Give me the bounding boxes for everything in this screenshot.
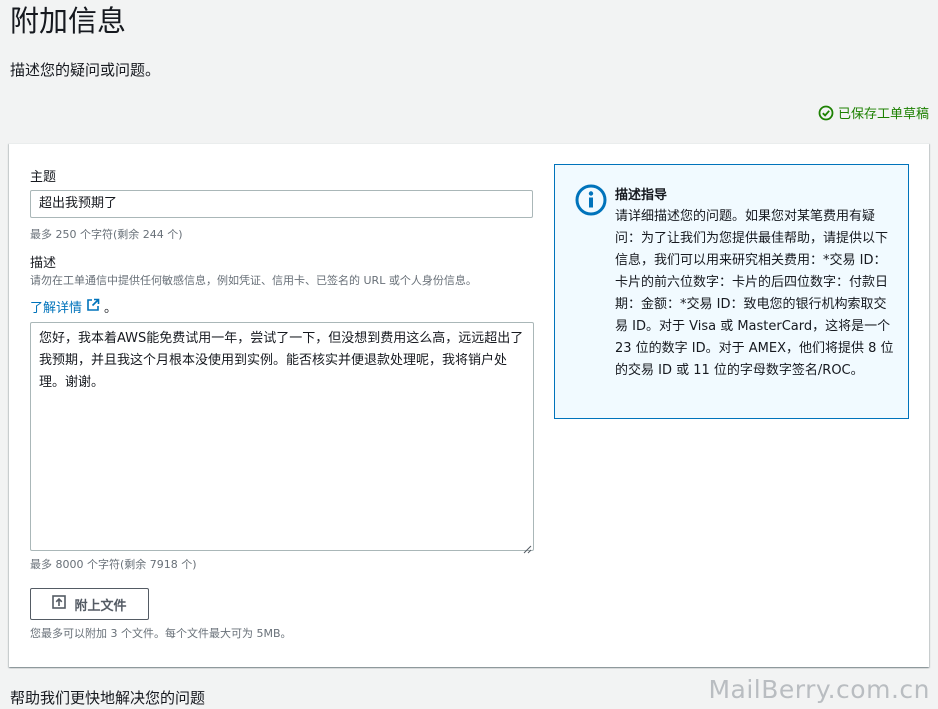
resize-grip-icon[interactable] — [523, 540, 532, 554]
description-label: 描述 — [30, 256, 57, 271]
guidance-text: 请详细描述您的问题。如果您对某笔费用有疑问：为了让我们为您提供最佳帮助，请提供以… — [615, 209, 894, 378]
draft-saved-status: 已保存工单草稿 — [818, 103, 929, 122]
subject-label: 主题 — [30, 170, 57, 185]
learn-more-label: 了解详情 — [30, 301, 83, 316]
description-warning: 请勿在工单通信中提供任何敏感信息，例如凭证、信用卡、已签名的 URL 或个人身份… — [30, 274, 477, 287]
page-subtitle: 描述您的疑问或问题。 — [10, 61, 161, 79]
learn-more-link[interactable]: 了解详情 。 — [30, 297, 117, 316]
description-text: 您好，我本着AWS能免费试用一年，尝试了一下，但没想到费用这么高，远远超出了我预… — [39, 331, 524, 390]
upload-icon — [52, 595, 67, 613]
page-title: 附加信息 — [10, 4, 127, 38]
description-char-hint: 最多 8000 个字符(剩余 7918 个) — [30, 558, 197, 571]
draft-saved-label: 已保存工单草稿 — [837, 107, 929, 122]
additional-info-card: 主题 超出我预期了 最多 250 个字符(剩余 244 个) 描述 请勿在工单通… — [9, 143, 929, 667]
learn-more-suffix: 。 — [104, 301, 118, 316]
check-circle-icon — [818, 105, 834, 121]
next-section-heading: 帮助我们更快地解决您的问题 — [10, 689, 206, 707]
description-textarea[interactable]: 您好，我本着AWS能免费试用一年，尝试了一下，但没想到费用这么高，远远超出了我预… — [30, 322, 534, 554]
subject-char-hint: 最多 250 个字符(剩余 244 个) — [30, 228, 183, 241]
guidance-title: 描述指导 — [615, 188, 668, 203]
attach-file-button[interactable]: 附上文件 — [30, 588, 149, 620]
external-link-icon — [86, 298, 100, 316]
subject-input[interactable]: 超出我预期了 — [30, 190, 533, 218]
description-guidance-box: 描述指导 请详细描述您的问题。如果您对某笔费用有疑问：为了让我们为您提供最佳帮助… — [554, 164, 909, 419]
watermark: MailBerry.com.cn — [708, 675, 930, 704]
info-icon — [575, 184, 607, 220]
attach-file-label: 附上文件 — [74, 598, 127, 614]
attach-hint: 您最多可以附加 3 个文件。每个文件最大可为 5MB。 — [30, 627, 292, 640]
